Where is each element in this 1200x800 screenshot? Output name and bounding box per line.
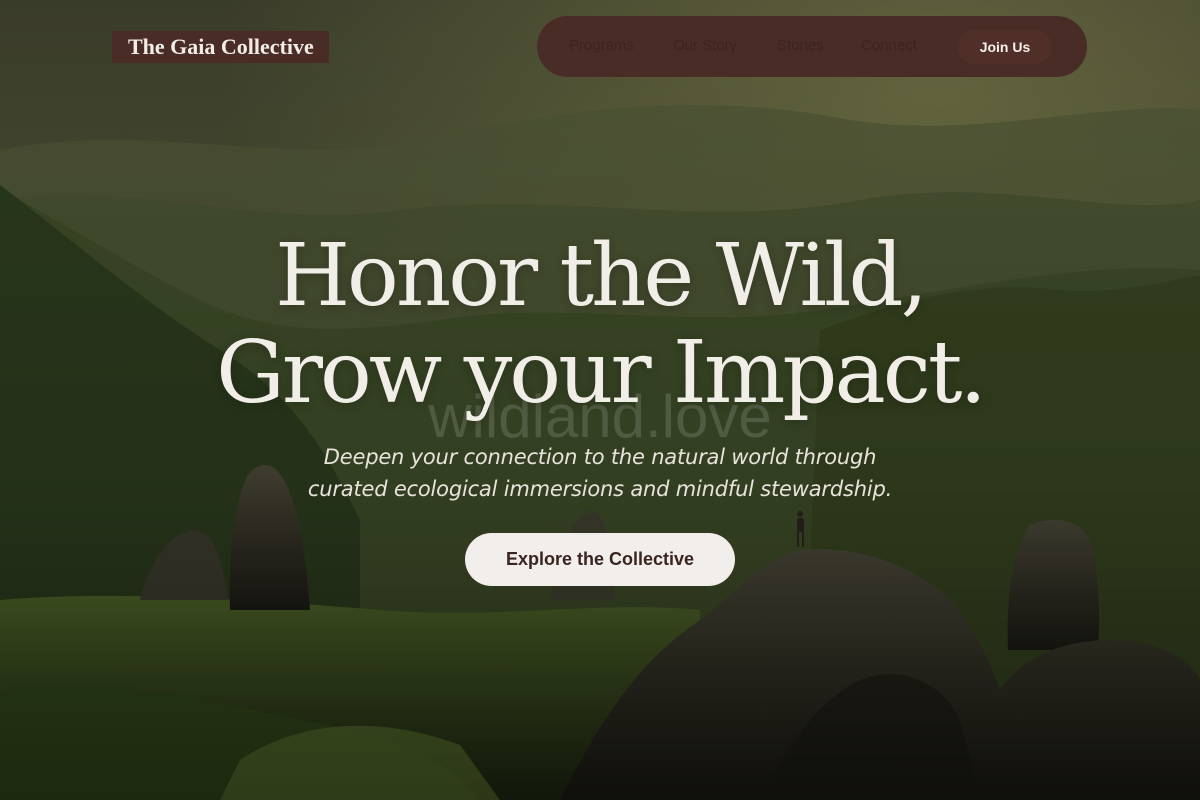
subtitle-line-2: curated ecological immersions and mindfu…	[307, 477, 893, 501]
headline-line-2: Grow your Impact.	[216, 323, 987, 423]
hero-section: The Gaia Collective Programs Our Story S…	[0, 0, 1200, 800]
brand-logo[interactable]: The Gaia Collective	[112, 31, 329, 63]
nav-item-our-story[interactable]: Our Story	[673, 36, 737, 56]
explore-collective-button[interactable]: Explore the Collective	[465, 533, 735, 586]
join-us-button[interactable]: Join Us	[958, 30, 1052, 64]
main-navigation: Programs Our Story Stories Connect Join …	[537, 16, 1087, 77]
headline-line-1: Honor the Wild,	[275, 226, 928, 326]
hero-subtitle: Deepen your connection to the natural wo…	[0, 441, 1200, 505]
nav-item-stories[interactable]: Stories	[777, 36, 824, 56]
subtitle-line-1: Deepen your connection to the natural wo…	[323, 445, 877, 469]
nav-item-connect[interactable]: Connect	[861, 36, 917, 56]
nav-item-programs[interactable]: Programs	[569, 36, 634, 56]
hero-headline: Honor the Wild, Grow your Impact.	[0, 228, 1200, 422]
